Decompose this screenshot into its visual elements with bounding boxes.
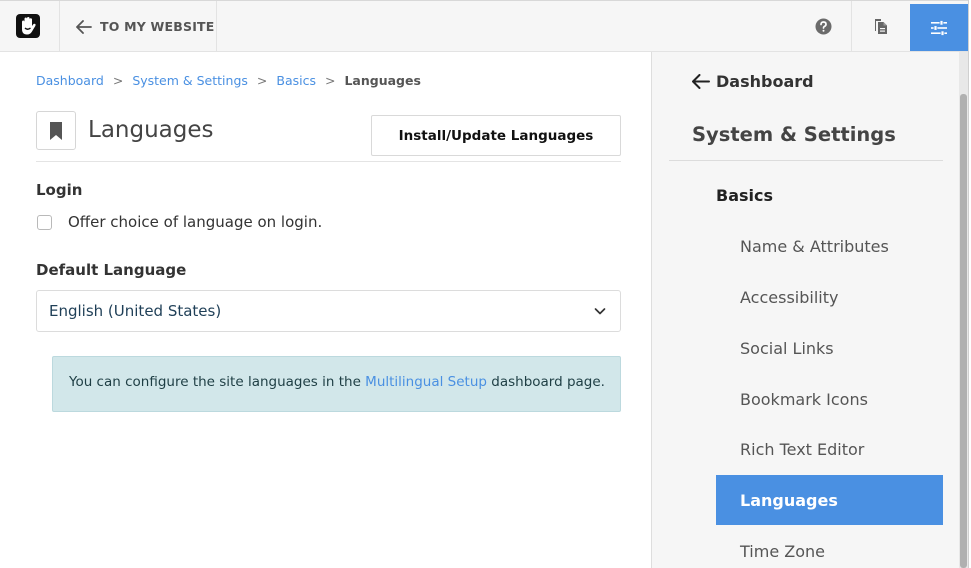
pages-icon bbox=[874, 19, 887, 34]
panel-item-social-links[interactable]: Social Links bbox=[716, 323, 943, 373]
sliders-icon bbox=[931, 19, 947, 36]
page-title: Languages bbox=[88, 117, 214, 143]
help-button[interactable] bbox=[796, 1, 851, 52]
breadcrumb-dashboard[interactable]: Dashboard bbox=[36, 73, 104, 88]
arrow-left-icon bbox=[692, 74, 710, 89]
to-my-website-button[interactable]: TO MY WEBSITE bbox=[60, 1, 217, 52]
panel-back-label: Dashboard bbox=[716, 72, 814, 91]
login-section-label: Login bbox=[36, 181, 83, 199]
panel-item-bookmark-icons[interactable]: Bookmark Icons bbox=[716, 374, 943, 424]
scrollbar-thumb[interactable] bbox=[960, 94, 967, 568]
concrete-hand-logo-icon[interactable] bbox=[16, 14, 40, 38]
logo-cell[interactable] bbox=[0, 1, 60, 52]
breadcrumb-system-settings[interactable]: System & Settings bbox=[132, 73, 248, 88]
to-my-website-label: TO MY WEBSITE bbox=[100, 19, 215, 34]
panel-item-time-zone[interactable]: Time Zone bbox=[716, 526, 943, 568]
info-alert: You can configure the site languages in … bbox=[52, 356, 621, 412]
multilingual-setup-link[interactable]: Multilingual Setup bbox=[365, 374, 487, 390]
panel-scrollbar[interactable] bbox=[959, 52, 968, 568]
panel-title[interactable]: System & Settings bbox=[692, 123, 896, 146]
breadcrumb-separator: > bbox=[324, 73, 336, 88]
breadcrumb-separator: > bbox=[112, 73, 124, 88]
breadcrumb-current: Languages bbox=[344, 73, 421, 88]
breadcrumb: Dashboard > System & Settings > Basics >… bbox=[36, 73, 421, 88]
panel-back-dashboard[interactable]: Dashboard bbox=[692, 72, 814, 91]
breadcrumb-basics[interactable]: Basics bbox=[276, 73, 316, 88]
default-language-select[interactable]: English (United States) bbox=[36, 290, 621, 332]
arrow-left-icon bbox=[76, 19, 92, 34]
top-toolbar: TO MY WEBSITE bbox=[0, 0, 968, 52]
pages-button[interactable] bbox=[851, 1, 909, 52]
help-circle-icon bbox=[815, 18, 832, 35]
panel-item-languages[interactable]: Languages bbox=[716, 475, 943, 525]
offer-language-choice-label[interactable]: Offer choice of language on login. bbox=[68, 213, 322, 231]
offer-language-choice-checkbox[interactable] bbox=[37, 215, 52, 230]
default-language-value: English (United States) bbox=[49, 302, 222, 320]
install-update-languages-button[interactable]: Install/Update Languages bbox=[371, 115, 621, 156]
header-divider bbox=[36, 161, 621, 162]
panel-group-basics[interactable]: Basics bbox=[716, 186, 773, 205]
default-language-label: Default Language bbox=[36, 261, 187, 279]
alert-text-before: You can configure the site languages in … bbox=[69, 374, 366, 390]
panel-divider bbox=[669, 160, 943, 161]
breadcrumb-separator: > bbox=[256, 73, 268, 88]
panel-item-name-attributes[interactable]: Name & Attributes bbox=[716, 221, 943, 271]
alert-text-after: dashboard page. bbox=[486, 374, 605, 390]
bookmark-icon[interactable] bbox=[36, 111, 76, 150]
settings-side-panel: Dashboard System & Settings Basics Name … bbox=[651, 52, 959, 568]
panel-item-rich-text-editor[interactable]: Rich Text Editor bbox=[716, 424, 943, 474]
settings-button[interactable] bbox=[910, 4, 968, 51]
chevron-down-icon bbox=[594, 308, 606, 315]
panel-item-accessibility[interactable]: Accessibility bbox=[716, 272, 943, 322]
